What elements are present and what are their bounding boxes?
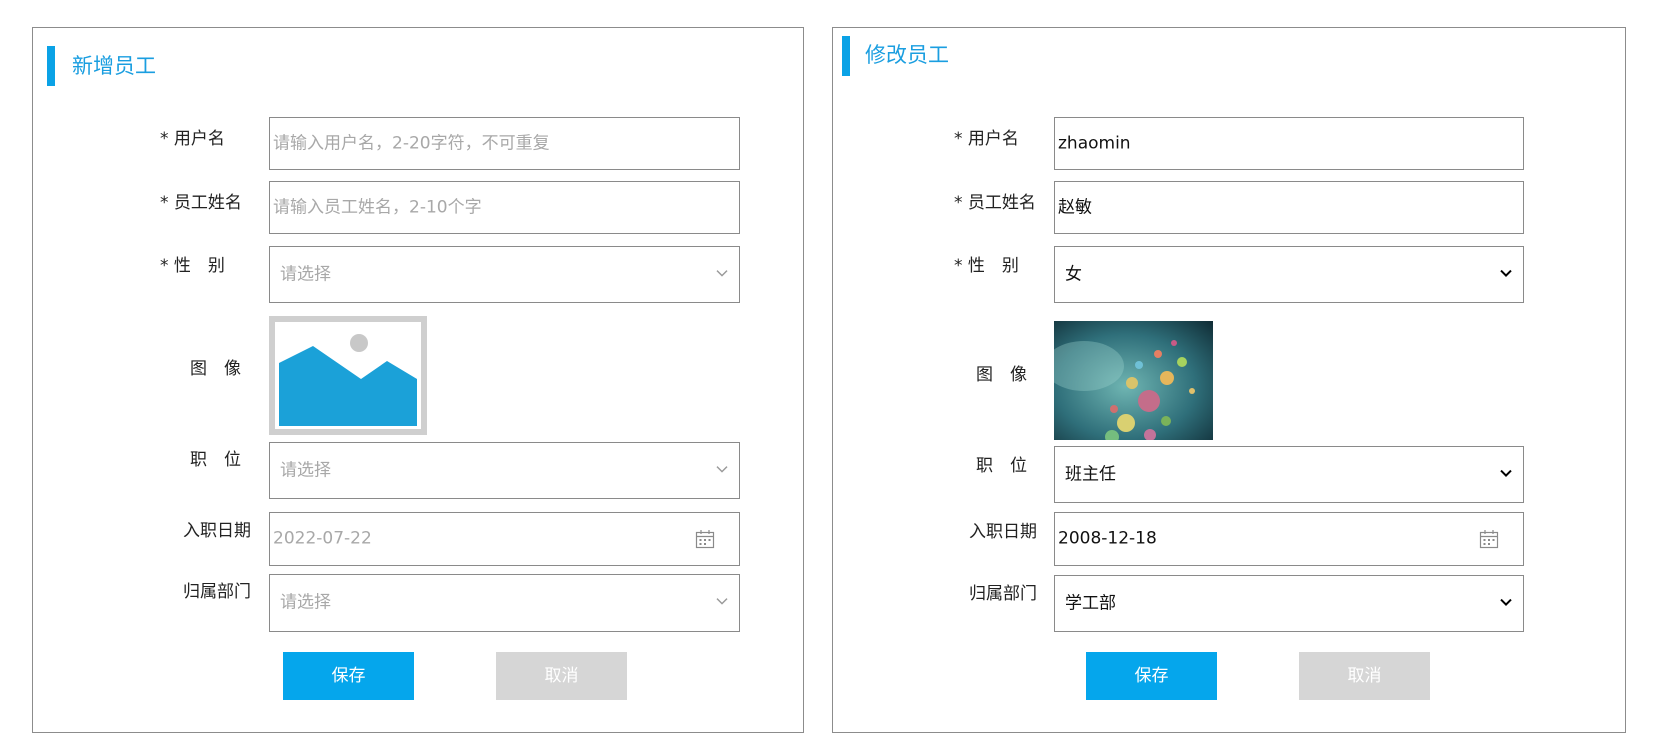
gender-select[interactable]: 女 — [1054, 246, 1524, 303]
name-input[interactable]: 请输入员工姓名，2-10个字 — [269, 181, 740, 234]
image-label: 图 像 — [190, 359, 241, 379]
gender-select[interactable]: 请选择 — [269, 246, 740, 303]
chevron-down-icon — [1500, 469, 1512, 477]
username-input[interactable]: zhaomin — [1054, 117, 1524, 170]
chevron-down-icon — [716, 598, 728, 605]
calendar-icon[interactable] — [695, 529, 715, 549]
department-select[interactable]: 学工部 — [1054, 575, 1524, 632]
gender-label: * 性 别 — [160, 256, 225, 276]
position-label: 职 位 — [976, 456, 1027, 476]
title-accent-bar — [842, 36, 850, 76]
edit-employee-panel: 修改员工 * 用户名 zhaomin * 员工姓名 赵敏 * 性 别 女 图 像 — [832, 27, 1626, 733]
username-value: zhaomin — [1058, 133, 1131, 153]
cancel-button[interactable]: 取消 — [1299, 652, 1430, 700]
department-select[interactable]: 请选择 — [269, 574, 740, 632]
title-accent-bar — [47, 46, 55, 86]
entry-date-value: 2008-12-18 — [1058, 528, 1157, 549]
calendar-icon[interactable] — [1479, 529, 1499, 549]
name-value: 赵敏 — [1058, 197, 1092, 217]
position-label: 职 位 — [190, 450, 241, 470]
image-placeholder-icon — [269, 316, 427, 435]
entry-date-value: 2022-07-22 — [273, 528, 372, 549]
username-placeholder: 请输入用户名，2-20字符，不可重复 — [273, 133, 550, 153]
position-select[interactable]: 请选择 — [269, 442, 740, 499]
username-input[interactable]: 请输入用户名，2-20字符，不可重复 — [269, 117, 740, 170]
save-button[interactable]: 保存 — [283, 652, 414, 700]
add-employee-panel: 新增员工 * 用户名 请输入用户名，2-20字符，不可重复 * 员工姓名 请输入… — [32, 27, 804, 733]
gender-placeholder: 请选择 — [280, 264, 331, 284]
page-title: 修改员工 — [865, 43, 949, 67]
gender-value: 女 — [1065, 264, 1082, 284]
gender-label: * 性 别 — [954, 256, 1019, 276]
image-label: 图 像 — [976, 365, 1027, 385]
position-placeholder: 请选择 — [280, 460, 331, 480]
department-label: 归属部门 — [183, 582, 251, 602]
name-label: * 员工姓名 — [160, 193, 242, 213]
position-value: 班主任 — [1065, 464, 1116, 484]
entry-date-input[interactable]: 2008-12-18 — [1054, 512, 1524, 566]
entry-date-input[interactable]: 2022-07-22 — [269, 512, 740, 566]
chevron-down-icon — [1500, 598, 1512, 606]
chevron-down-icon — [1500, 269, 1512, 277]
name-input[interactable]: 赵敏 — [1054, 181, 1524, 234]
chevron-down-icon — [716, 269, 728, 277]
balloons-image — [1054, 321, 1213, 440]
department-placeholder: 请选择 — [280, 592, 331, 613]
cancel-button[interactable]: 取消 — [496, 652, 627, 700]
name-placeholder: 请输入员工姓名，2-10个字 — [273, 197, 482, 217]
image-upload[interactable] — [269, 316, 427, 435]
save-button[interactable]: 保存 — [1086, 652, 1217, 700]
username-label: * 用户名 — [160, 129, 225, 149]
employee-photo[interactable] — [1054, 321, 1213, 440]
position-select[interactable]: 班主任 — [1054, 446, 1524, 503]
department-label: 归属部门 — [969, 584, 1037, 604]
page-title: 新增员工 — [72, 54, 156, 78]
username-label: * 用户名 — [954, 129, 1019, 149]
entry-date-label: 入职日期 — [183, 521, 251, 541]
name-label: * 员工姓名 — [954, 193, 1036, 213]
department-value: 学工部 — [1065, 593, 1116, 613]
chevron-down-icon — [716, 465, 728, 473]
entry-date-label: 入职日期 — [969, 522, 1037, 542]
